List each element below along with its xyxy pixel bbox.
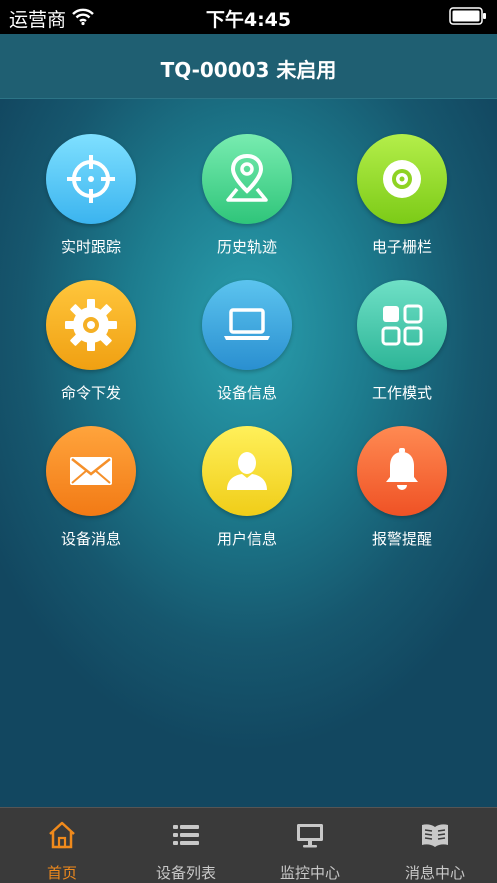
monitor-icon	[297, 824, 323, 848]
menu-item-send-command[interactable]: 命令下发	[16, 280, 166, 420]
menu-icon-circle	[357, 134, 447, 224]
menu-item-label: 设备消息	[60, 530, 121, 548]
tab-home[interactable]: 首页	[0, 808, 124, 883]
battery-icon	[449, 7, 486, 25]
target-disc-icon	[383, 160, 421, 198]
menu-item-label: 报警提醒	[371, 530, 432, 548]
menu-icon-circle	[202, 426, 292, 516]
menu-item-label: 实时跟踪	[60, 238, 121, 256]
menu-icon-circle	[357, 280, 447, 370]
menu-icon-circle	[202, 134, 292, 224]
page-title: TQ-00003 未启用	[160, 58, 337, 82]
menu-item-geofence[interactable]: 电子栅栏	[327, 134, 477, 274]
tab-message-center[interactable]: 消息中心	[373, 808, 497, 883]
menu-item-user-info[interactable]: 用户信息	[172, 426, 322, 566]
menu-icon-circle	[202, 280, 292, 370]
menu-item-label: 用户信息	[216, 530, 277, 548]
tab-label: 监控中心	[279, 864, 340, 882]
grid-icon	[381, 304, 423, 346]
menu-item-history-track[interactable]: 历史轨迹	[172, 134, 322, 274]
home-icon	[49, 821, 75, 849]
menu-icon-circle	[357, 426, 447, 516]
tab-device-list[interactable]: 设备列表	[124, 808, 248, 883]
status-time: 下午4:45	[205, 9, 292, 31]
navigation-bar: TQ-00003 未启用	[0, 34, 497, 99]
tab-label: 消息中心	[404, 864, 465, 882]
menu-icon-circle	[46, 280, 136, 370]
laptop-icon	[224, 308, 270, 340]
menu-icon-circle	[46, 426, 136, 516]
menu-item-label: 历史轨迹	[216, 238, 277, 256]
tab-bar: 首页 设备列表 监控中心 消息中心	[0, 807, 497, 883]
book-icon	[422, 824, 448, 847]
menu-icon-circle	[46, 134, 136, 224]
crosshair-icon	[67, 155, 115, 203]
menu-item-alarm-reminder[interactable]: 报警提醒	[327, 426, 477, 566]
menu-item-label: 电子栅栏	[371, 238, 432, 256]
tab-label: 首页	[46, 864, 77, 882]
menu-item-device-info[interactable]: 设备信息	[172, 280, 322, 420]
menu-item-work-mode[interactable]: 工作模式	[327, 280, 477, 420]
tab-monitor-center[interactable]: 监控中心	[248, 808, 372, 883]
menu-item-device-messages[interactable]: 设备消息	[16, 426, 166, 566]
gear-icon	[65, 299, 117, 351]
menu-item-realtime-tracking[interactable]: 实时跟踪	[16, 134, 166, 274]
menu-item-label: 设备信息	[216, 384, 277, 402]
list-icon	[173, 825, 199, 845]
map-pin-icon	[226, 153, 268, 202]
bell-icon	[386, 448, 418, 490]
app-screen: 运营商 下午4:45 TQ-00003 未启用 实时跟踪 历史轨迹 电子栅栏 命…	[0, 0, 497, 883]
tab-label: 设备列表	[155, 864, 216, 882]
menu-item-label: 工作模式	[371, 384, 432, 402]
user-icon	[227, 452, 267, 490]
menu-item-label: 命令下发	[60, 384, 121, 402]
envelope-icon	[70, 457, 112, 485]
status-bar: 运营商 下午4:45	[0, 0, 497, 34]
